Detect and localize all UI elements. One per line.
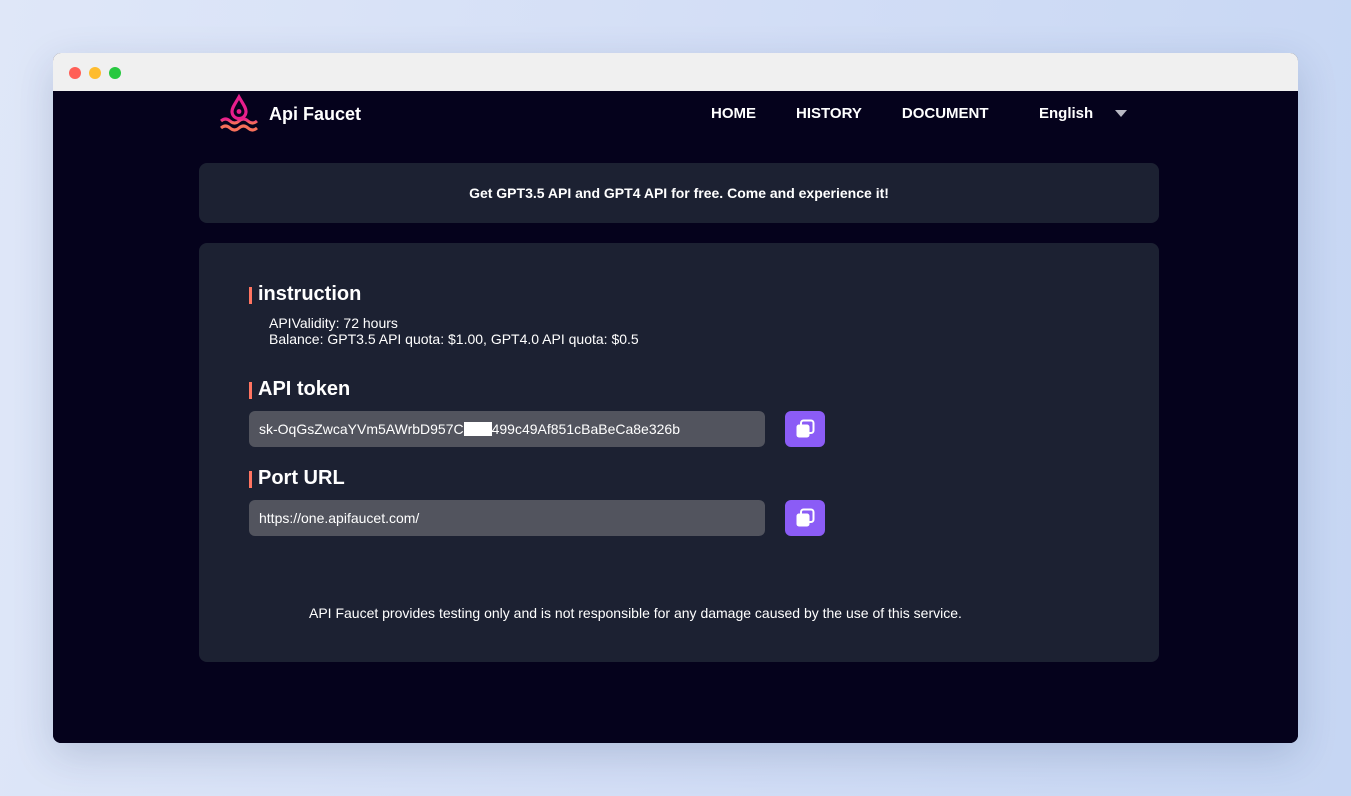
api-token-prefix: sk-OqGsZwcaYVm5AWrbD957C	[259, 421, 464, 437]
copy-url-button[interactable]	[785, 500, 825, 536]
disclaimer-text: API Faucet provides testing only and is …	[309, 605, 962, 621]
minimize-window-button[interactable]	[89, 67, 101, 79]
copy-token-button[interactable]	[785, 411, 825, 447]
browser-window: Api Faucet HOME HISTORY DOCUMENT English…	[53, 53, 1298, 743]
language-selector[interactable]: English	[1039, 91, 1128, 135]
promo-banner: Get GPT3.5 API and GPT4 API for free. Co…	[199, 163, 1159, 223]
port-url-title: Port URL	[249, 467, 345, 489]
api-token-field[interactable]: sk-OqGsZwcaYVm5AWrbD957C 499c49Af851cBaBe…	[249, 411, 765, 447]
nav-home[interactable]: HOME	[711, 105, 756, 122]
banner-text: Get GPT3.5 API and GPT4 API for free. Co…	[469, 185, 889, 201]
api-token-title: API token	[249, 378, 350, 400]
copy-icon	[796, 508, 815, 527]
nav-document[interactable]: DOCUMENT	[902, 105, 989, 122]
window-titlebar	[53, 53, 1298, 92]
redaction-mark	[463, 422, 492, 436]
nav-history[interactable]: HISTORY	[796, 105, 862, 122]
instruction-info: APIValidity: 72 hours Balance: GPT3.5 AP…	[269, 315, 639, 347]
port-url-field[interactable]: https://one.apifaucet.com/	[249, 500, 765, 536]
instruction-title: instruction	[249, 283, 361, 305]
brand-name: Api Faucet	[269, 103, 362, 124]
water-drop-waves-logo-icon	[220, 93, 258, 132]
api-token-suffix: 499c49Af851cBaBeCa8e326b	[491, 421, 680, 437]
copy-icon	[796, 419, 815, 438]
chevron-down-icon	[1115, 109, 1128, 117]
main-nav: HOME HISTORY DOCUMENT	[711, 91, 1029, 135]
maximize-window-button[interactable]	[109, 67, 121, 79]
language-label: English	[1039, 104, 1094, 122]
balance-text: Balance: GPT3.5 API quota: $1.00, GPT4.0…	[269, 331, 639, 347]
validity-text: APIValidity: 72 hours	[269, 315, 398, 331]
page: Api Faucet HOME HISTORY DOCUMENT English…	[53, 91, 1298, 743]
main-card: instruction APIValidity: 72 hours Balanc…	[199, 243, 1159, 662]
close-window-button[interactable]	[69, 67, 81, 79]
brand[interactable]: Api Faucet	[218, 93, 361, 135]
